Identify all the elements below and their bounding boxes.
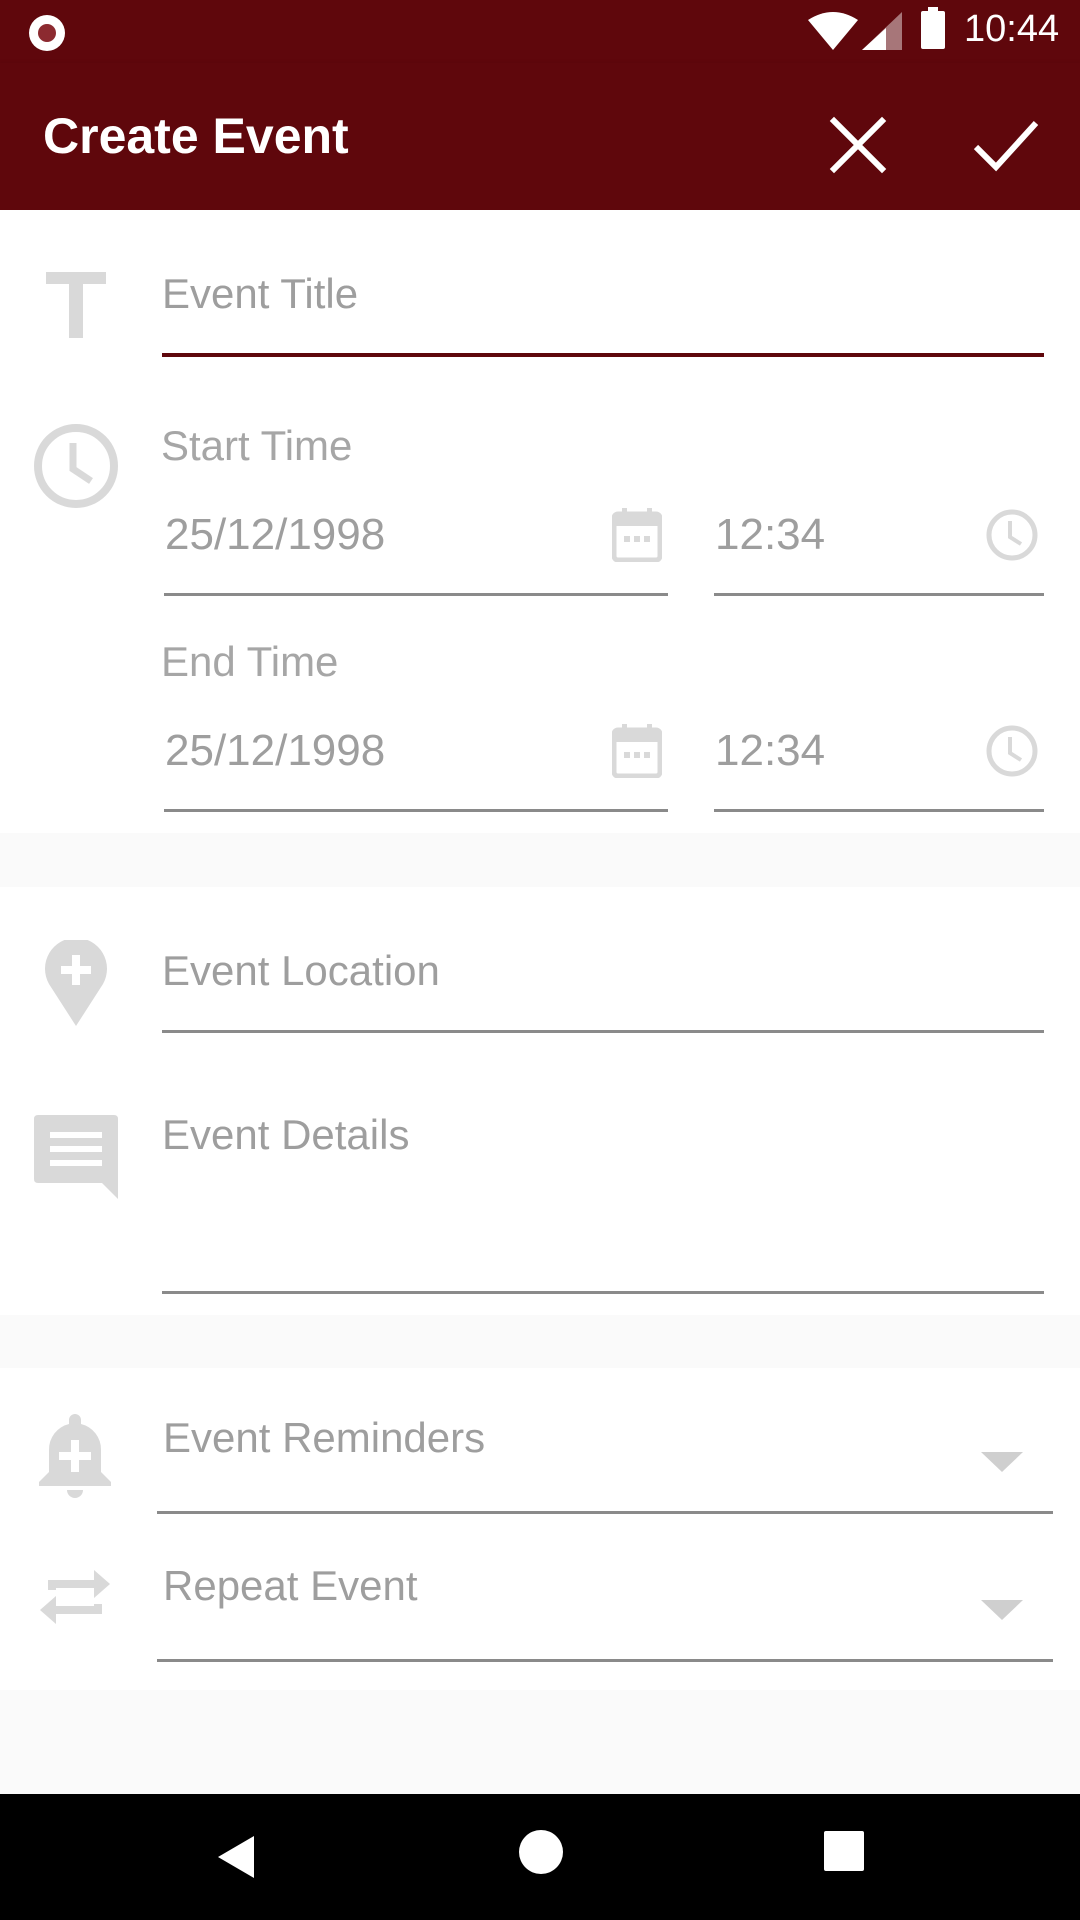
page-title: Create Event	[43, 108, 349, 164]
check-icon[interactable]	[966, 105, 1046, 185]
home-icon[interactable]	[519, 1830, 563, 1874]
repeat-event-underline	[157, 1659, 1053, 1662]
start-time-underline	[714, 593, 1044, 596]
start-time-label: Start Time	[161, 422, 353, 469]
end-time-field[interactable]: 12:34	[715, 726, 825, 776]
event-options-card: Event Reminders Repeat Event	[0, 1368, 1080, 1690]
repeat-icon	[40, 1570, 110, 1624]
add-alarm-bell-icon	[39, 1414, 111, 1498]
event-basics-card: Event Title Start Time 25/12/1998 12:34 …	[0, 210, 1080, 833]
recents-icon[interactable]	[824, 1831, 864, 1871]
record-indicator-icon	[29, 15, 65, 51]
end-date-underline	[164, 809, 668, 812]
event-reminders-dropdown[interactable]: Event Reminders	[163, 1414, 485, 1462]
chevron-down-icon[interactable]	[981, 1600, 1023, 1620]
close-icon[interactable]	[818, 105, 898, 185]
add-location-icon	[45, 940, 107, 1026]
navigation-bar	[0, 1794, 1080, 1920]
status-bar: 10:44	[0, 0, 1080, 63]
calendar-icon[interactable]	[612, 508, 662, 562]
signal-icon	[862, 12, 902, 50]
event-location-input[interactable]: Event Location	[162, 947, 440, 995]
battery-icon	[921, 7, 945, 49]
title-text-icon	[46, 272, 106, 338]
end-time-underline	[714, 809, 1044, 812]
status-time: 10:44	[964, 8, 1060, 50]
calendar-icon[interactable]	[612, 724, 662, 778]
end-date-field[interactable]: 25/12/1998	[165, 726, 385, 776]
event-reminders-underline	[157, 1511, 1053, 1514]
event-location-underline	[162, 1030, 1044, 1033]
time-icon[interactable]	[985, 508, 1039, 562]
back-icon[interactable]	[216, 1834, 256, 1880]
app-bar: Create Event	[0, 63, 1080, 210]
start-date-field[interactable]: 25/12/1998	[165, 510, 385, 560]
wifi-icon	[808, 12, 858, 50]
event-place-card: Event Location Event Details	[0, 887, 1080, 1315]
chevron-down-icon[interactable]	[981, 1452, 1023, 1472]
comment-icon	[34, 1115, 118, 1199]
time-icon[interactable]	[985, 724, 1039, 778]
clock-icon	[34, 424, 118, 508]
end-time-label: End Time	[161, 638, 339, 685]
event-title-underline	[162, 353, 1044, 357]
start-date-underline	[164, 593, 668, 596]
start-time-field[interactable]: 12:34	[715, 510, 825, 560]
event-details-input[interactable]: Event Details	[162, 1111, 409, 1159]
event-title-input[interactable]: Event Title	[162, 270, 358, 318]
repeat-event-dropdown[interactable]: Repeat Event	[163, 1562, 418, 1610]
event-details-underline	[162, 1291, 1044, 1294]
